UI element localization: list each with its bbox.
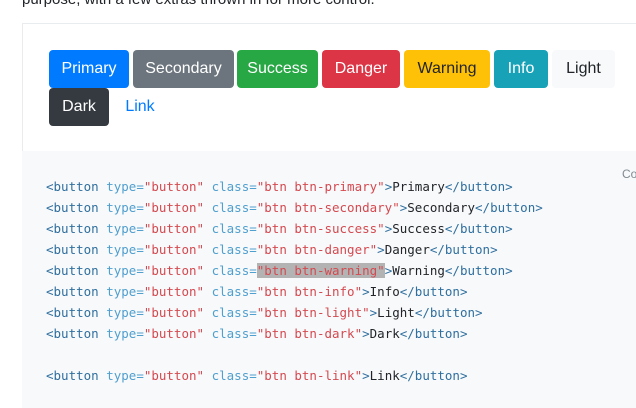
danger-button[interactable]: Danger [322, 50, 400, 88]
code-line: <button type="button" class="btn btn-inf… [46, 284, 468, 299]
warning-button[interactable]: Warning [404, 50, 490, 88]
code-line: <button type="button" class="btn btn-war… [46, 263, 513, 278]
intro-text: purpose, with a few extras thrown in for… [22, 0, 636, 8]
dark-button[interactable]: Dark [49, 88, 109, 126]
success-button[interactable]: Success [237, 50, 318, 88]
buttons-example-panel: Primary Secondary Success Danger Warning… [22, 23, 636, 151]
copy-button[interactable]: Co [622, 167, 636, 181]
info-button[interactable]: Info [494, 50, 548, 88]
secondary-button[interactable]: Secondary [133, 50, 234, 88]
code-block: <button type="button" class="btn btn-pri… [46, 176, 543, 386]
selected-text: "btn btn-warning" [256, 263, 385, 278]
code-line: <button type="button" class="btn btn-dar… [46, 326, 468, 341]
code-line: <button type="button" class="btn btn-dan… [46, 242, 498, 257]
code-line: <button type="button" class="btn btn-lig… [46, 305, 483, 320]
light-button[interactable]: Light [552, 50, 615, 88]
code-line: <button type="button" class="btn btn-lin… [46, 368, 468, 383]
code-line: <button type="button" class="btn btn-pri… [46, 179, 513, 194]
link-button[interactable]: Link [113, 88, 167, 126]
primary-button[interactable]: Primary [49, 50, 129, 88]
code-line: <button type="button" class="btn btn-sec… [46, 200, 543, 215]
code-line: <button type="button" class="btn btn-suc… [46, 221, 513, 236]
